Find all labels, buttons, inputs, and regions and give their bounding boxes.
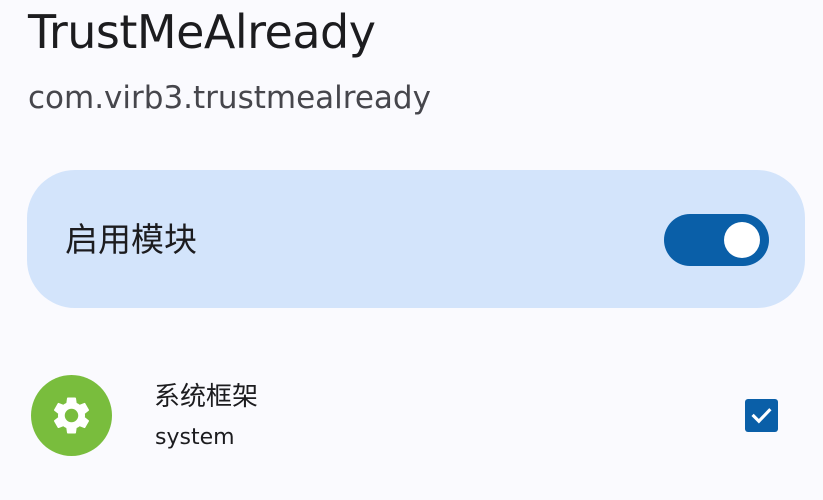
enable-module-switch[interactable] [664, 214, 769, 266]
enable-module-card[interactable]: 启用模块 [27, 170, 805, 308]
checkmark-icon [751, 408, 772, 424]
enable-module-label: 启用模块 [65, 220, 197, 259]
scope-item-checkbox[interactable] [745, 399, 778, 432]
module-package-name: com.virb3.trustmealready [28, 80, 431, 116]
module-detail-page: TrustMeAlready com.virb3.trustmealready … [0, 0, 823, 500]
switch-thumb [724, 222, 760, 258]
scope-item-name: 系统框架 [154, 382, 259, 412]
gear-icon [31, 375, 112, 456]
module-title: TrustMeAlready [28, 5, 376, 59]
scope-item-system[interactable]: 系统框架 system [0, 360, 823, 470]
scope-item-package: system [155, 425, 235, 450]
